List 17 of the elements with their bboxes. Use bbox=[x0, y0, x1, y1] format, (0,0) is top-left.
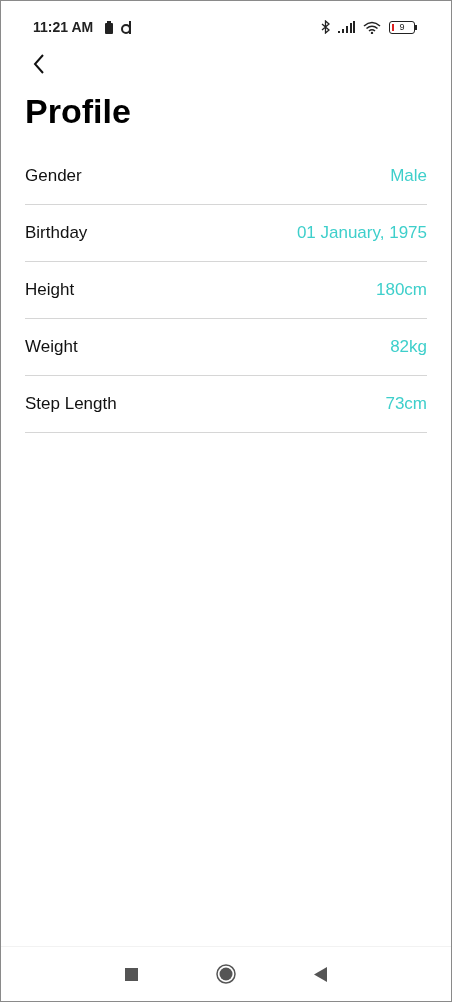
profile-row[interactable]: Gender Male bbox=[25, 148, 427, 205]
bluetooth-icon bbox=[321, 20, 330, 34]
recents-button[interactable] bbox=[125, 967, 138, 981]
profile-row[interactable]: Weight 82kg bbox=[25, 319, 427, 376]
profile-row[interactable]: Birthday 01 January, 1975 bbox=[25, 205, 427, 262]
home-button[interactable] bbox=[216, 964, 236, 984]
wifi-icon bbox=[363, 20, 381, 34]
profile-row[interactable]: Height 180cm bbox=[25, 262, 427, 319]
battery-saver-icon bbox=[105, 20, 114, 34]
profile-row[interactable]: Step Length 73cm bbox=[25, 376, 427, 433]
battery-icon: 9 bbox=[389, 20, 415, 34]
signal-icon bbox=[338, 21, 355, 33]
back-nav-button[interactable] bbox=[314, 966, 327, 982]
back-icon bbox=[33, 54, 45, 74]
page-title: Profile bbox=[25, 91, 132, 131]
status-time: 11:21 AM bbox=[33, 19, 94, 35]
app-notification-icon bbox=[121, 20, 133, 34]
